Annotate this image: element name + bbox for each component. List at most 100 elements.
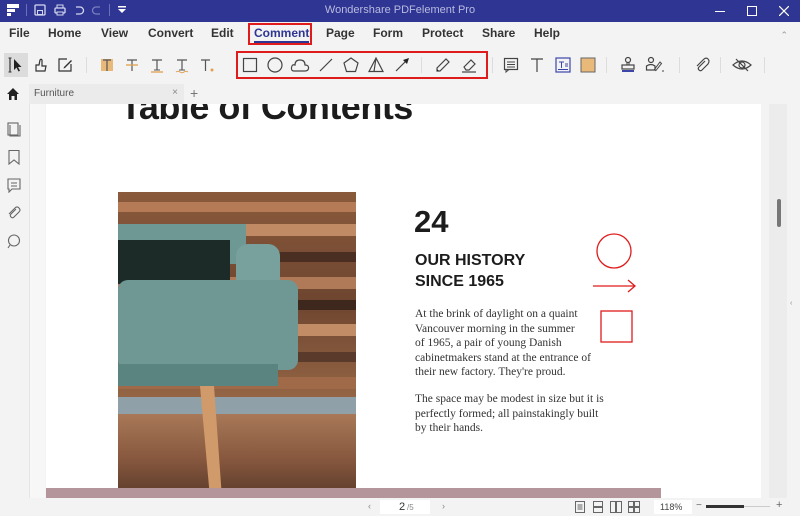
collapse-ribbon-icon[interactable]: ⌃ [780, 30, 788, 41]
text-box-tool-button[interactable] [553, 55, 573, 75]
attachment-tool-button[interactable] [692, 55, 712, 75]
single-page-icon[interactable] [574, 501, 586, 513]
expand-right-panel-handle[interactable]: ‹ [790, 300, 792, 307]
page-title: Table of Contents [120, 104, 413, 127]
right-panel-edge: ‹ [787, 104, 800, 498]
pencil-icon [436, 58, 450, 72]
text-icon [531, 58, 543, 72]
strikethrough-tool-button[interactable] [122, 55, 142, 75]
circle-icon [267, 57, 283, 73]
polygon-tool-button[interactable] [341, 55, 361, 75]
next-page-icon[interactable]: › [442, 501, 445, 511]
text-line: by their hands. [415, 422, 484, 434]
menu-bar: File Home View Convert Edit Comment Page… [0, 22, 800, 46]
home-icon[interactable] [6, 87, 20, 101]
menu-edit[interactable]: Edit [211, 26, 234, 40]
text-line: cabinetmakers stand at the entrance of [415, 351, 591, 364]
zoom-in-icon[interactable]: + [776, 499, 782, 511]
underline-tool-button[interactable] [147, 55, 167, 75]
menu-protect[interactable]: Protect [422, 26, 463, 40]
previous-page-icon[interactable]: ‹ [368, 501, 371, 511]
eraser-icon [462, 59, 476, 73]
menu-form[interactable]: Form [373, 26, 403, 40]
menu-file[interactable]: File [9, 26, 30, 40]
bookmarks-icon[interactable] [6, 149, 22, 165]
hide-annotations-button[interactable] [732, 55, 752, 75]
signature-tool-button[interactable] [645, 55, 665, 75]
maximize-button[interactable] [736, 0, 768, 22]
new-tab-icon[interactable]: + [190, 85, 198, 101]
current-page: 2 [399, 501, 406, 513]
sofa-image [118, 192, 356, 498]
menu-view[interactable]: View [101, 26, 128, 40]
tab-close-icon[interactable]: × [172, 87, 178, 98]
menu-help[interactable]: Help [534, 26, 560, 40]
hand-tool-button[interactable] [31, 55, 51, 75]
menu-share[interactable]: Share [482, 26, 515, 40]
cloud-tool-button[interactable] [290, 55, 310, 75]
two-page-icon[interactable] [610, 501, 622, 513]
divider [720, 57, 721, 73]
zoom-level: 118% [660, 502, 683, 512]
rectangle-annotation[interactable] [600, 310, 633, 343]
text-line: The space may be modest in size but it i… [415, 393, 604, 405]
tab-furniture[interactable]: Furniture × [29, 84, 184, 104]
comments-icon[interactable] [6, 177, 22, 193]
zoom-slider-fill [706, 505, 745, 508]
sticky-note-tool-button[interactable] [501, 55, 521, 75]
menu-home[interactable]: Home [48, 26, 81, 40]
divider [421, 57, 422, 73]
stamp-tool-button[interactable] [618, 55, 638, 75]
insert-text-tool-button[interactable] [197, 55, 217, 75]
minimize-button[interactable] [704, 0, 736, 22]
typewriter-tool-button[interactable] [527, 55, 547, 75]
eraser-tool-button[interactable] [459, 55, 479, 75]
left-panel: › [0, 104, 33, 498]
arrow-annotation[interactable] [593, 279, 636, 293]
divider [492, 57, 493, 73]
squiggly-tool-button[interactable] [172, 55, 192, 75]
text-box-icon [555, 57, 571, 73]
insert-text-icon [201, 59, 214, 72]
search-icon[interactable] [6, 233, 22, 249]
arrow-tool-button[interactable] [392, 55, 412, 75]
circle-annotation[interactable] [596, 233, 632, 269]
arrow-icon [395, 58, 409, 72]
area-highlight-tool-button[interactable] [578, 55, 598, 75]
menu-page[interactable]: Page [326, 26, 355, 40]
page-footer-band [46, 488, 661, 498]
text-line: of 1965, a pair of young Danish [415, 337, 562, 349]
divider [86, 57, 87, 73]
polyline-tool-button[interactable] [366, 55, 386, 75]
comment-toolbar [0, 46, 800, 84]
oval-tool-button[interactable] [265, 55, 285, 75]
pentagon-icon [343, 57, 359, 73]
scrollbar-thumb[interactable] [777, 199, 781, 227]
select-tool-button[interactable] [4, 53, 28, 77]
strikethrough-icon [126, 59, 138, 71]
text-line: Vancouver morning in the summer [415, 322, 575, 335]
edit-annotation-button[interactable] [55, 55, 75, 75]
rectangle-tool-button[interactable] [240, 55, 260, 75]
pencil-tool-button[interactable] [433, 55, 453, 75]
close-button[interactable] [768, 0, 800, 22]
sticky-note-icon [503, 57, 519, 74]
edit-box-icon [58, 58, 72, 72]
continuous-page-icon[interactable] [592, 501, 604, 513]
attachments-icon[interactable] [6, 205, 22, 221]
zoom-slider-track[interactable] [706, 505, 770, 508]
section-heading: OUR HISTORY SINCE 1965 [415, 250, 525, 292]
two-page-continuous-icon[interactable] [628, 501, 640, 513]
squiggly-underline-icon [175, 59, 189, 74]
menu-convert[interactable]: Convert [148, 26, 193, 40]
tab-label: Furniture [34, 88, 75, 99]
thumbnails-icon[interactable] [6, 121, 22, 137]
zoom-out-icon[interactable]: − [696, 500, 702, 511]
divider [764, 57, 765, 73]
line-tool-button[interactable] [316, 55, 336, 75]
rectangle-icon [242, 57, 258, 73]
tab-bar: Furniture × + [0, 84, 800, 104]
triangle-icon [368, 56, 384, 73]
highlight-tool-button[interactable] [97, 55, 117, 75]
vertical-scrollbar[interactable] [769, 104, 787, 498]
